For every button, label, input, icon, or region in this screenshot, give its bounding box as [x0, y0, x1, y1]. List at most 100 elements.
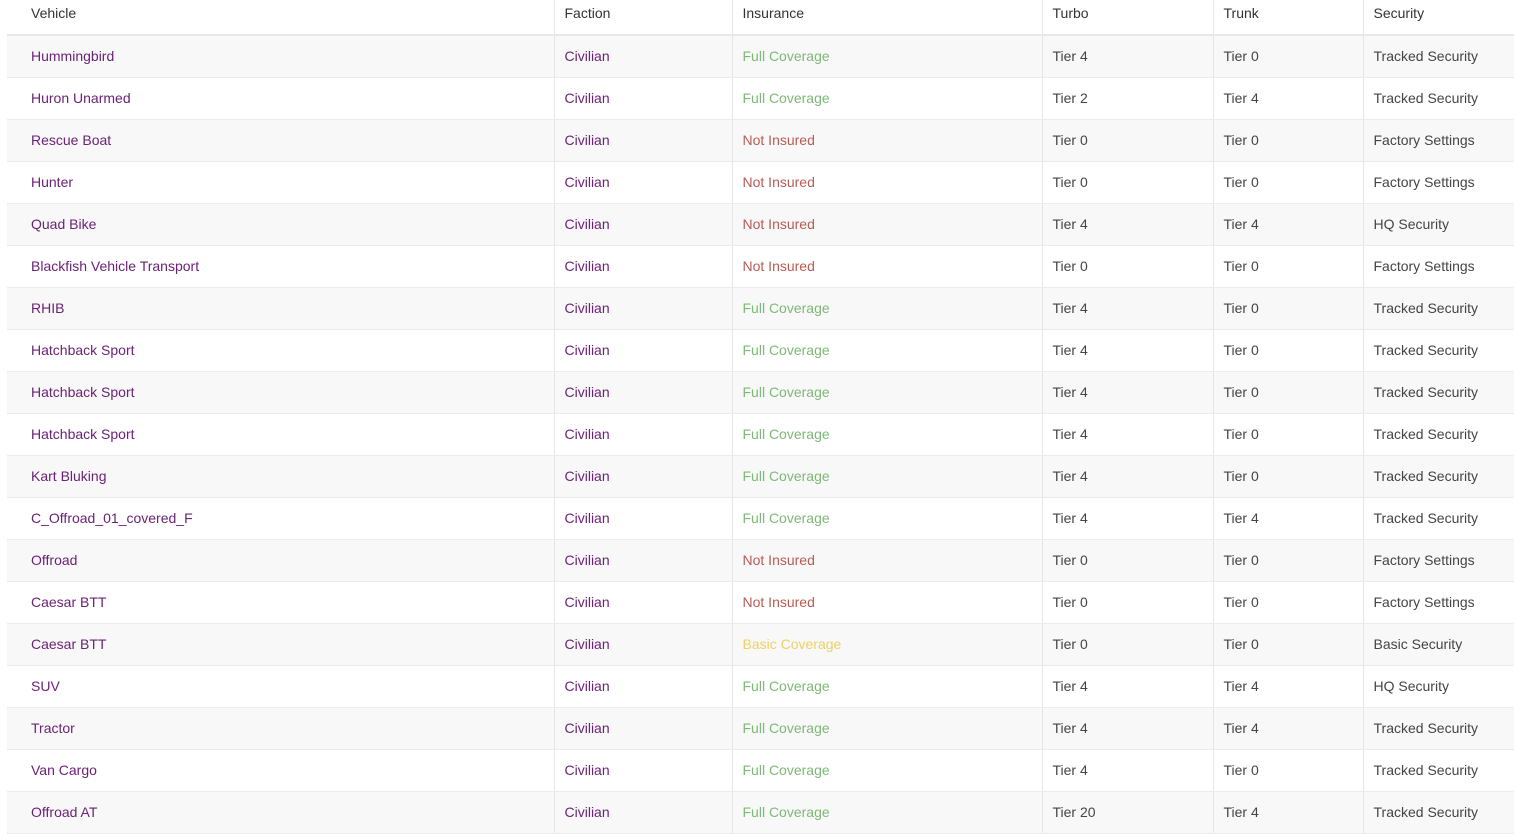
trunk-cell: Tier 0: [1212, 35, 1363, 78]
table-row[interactable]: Caesar BTT Civilian Basic Coverage Tier 0 Ti…: [7, 623, 1514, 666]
vehicle-cell[interactable]: C_Offroad_01_covered_F: [7, 497, 554, 540]
insurance-cell: Full Coverage: [731, 329, 1042, 372]
table-body: Hummingbird Civilian Full Coverage Tier 4 Ti…: [7, 35, 1514, 834]
turbo-cell: Tier 20: [1041, 791, 1213, 834]
security-cell: Factory Settings: [1362, 539, 1514, 582]
table-row[interactable]: Caesar BTT Civilian Not Insured Tier 0 Tier …: [7, 581, 1514, 624]
insurance-cell: Full Coverage: [731, 791, 1042, 834]
faction-cell: Civilian: [553, 497, 732, 540]
vehicle-cell[interactable]: Blackfish Vehicle Transport: [7, 245, 554, 288]
turbo-cell: Tier 4: [1041, 497, 1213, 540]
insurance-cell: Full Coverage: [731, 287, 1042, 330]
column-header-security[interactable]: Security: [1362, 0, 1514, 36]
table-row[interactable]: Rescue Boat Civilian Not Insured Tier 0 Tier…: [7, 119, 1514, 162]
turbo-cell: Tier 0: [1041, 539, 1213, 582]
vehicle-cell[interactable]: Van Cargo: [7, 749, 554, 792]
turbo-cell: Tier 4: [1041, 371, 1213, 414]
security-cell: Tracked Security: [1362, 497, 1514, 540]
table-row[interactable]: C_Offroad_01_covered_F Civilian Full Cover…: [7, 497, 1514, 540]
security-cell: Tracked Security: [1362, 413, 1514, 456]
table-row[interactable]: Kart Bluking Civilian Full Coverage Tier 4T…: [7, 455, 1514, 498]
vehicle-cell[interactable]: Caesar BTT: [7, 581, 554, 624]
vehicle-cell[interactable]: Huron Unarmed: [7, 77, 554, 120]
turbo-cell: Tier 4: [1041, 455, 1213, 498]
faction-cell: Civilian: [553, 119, 732, 162]
faction-cell: Civilian: [553, 329, 732, 372]
table-row[interactable]: Offroad AT Civilian Full Coverage Tier 20 Ti…: [7, 791, 1514, 834]
turbo-cell: Tier 4: [1041, 749, 1213, 792]
column-header-faction[interactable]: Faction: [553, 0, 732, 36]
table-row[interactable]: RHIB Civilian Full Coverage Tier 4 Tier 0 Tra…: [7, 287, 1514, 330]
trunk-cell: Tier 0: [1212, 245, 1363, 288]
insurance-cell: Not Insured: [731, 119, 1042, 162]
table-header-row: Vehicle Faction Insurance Turbo Trunk Se…: [7, 0, 1514, 36]
turbo-cell: Tier 4: [1041, 329, 1213, 372]
insurance-cell: Full Coverage: [731, 371, 1042, 414]
turbo-cell: Tier 4: [1041, 413, 1213, 456]
table-row[interactable]: Offroad Civilian Not Insured Tier 0 Tier 0 Fa…: [7, 539, 1514, 582]
trunk-cell: Tier 0: [1212, 413, 1363, 456]
vehicle-cell[interactable]: Offroad AT: [7, 791, 554, 834]
faction-cell: Civilian: [553, 161, 732, 204]
table-row[interactable]: Van Cargo Civilian Full Coverage Tier 4 Tier…: [7, 749, 1514, 792]
table-row[interactable]: Hatchback Sport Civilian Full Coverage Tier…: [7, 329, 1514, 372]
column-header-trunk[interactable]: Trunk: [1212, 0, 1363, 36]
insurance-cell: Not Insured: [731, 581, 1042, 624]
vehicles-table: Vehicle Faction Insurance Turbo Trunk Se…: [7, 0, 1514, 834]
table-row[interactable]: Hatchback Sport Civilian Full Coverage Tier…: [7, 371, 1514, 414]
faction-cell: Civilian: [553, 35, 732, 78]
table-row[interactable]: Hunter Civilian Not Insured Tier 0 Tier 0 Fac…: [7, 161, 1514, 204]
trunk-cell: Tier 0: [1212, 161, 1363, 204]
faction-cell: Civilian: [553, 707, 732, 750]
trunk-cell: Tier 0: [1212, 455, 1363, 498]
faction-cell: Civilian: [553, 245, 732, 288]
faction-cell: Civilian: [553, 791, 732, 834]
faction-cell: Civilian: [553, 203, 732, 246]
vehicle-cell[interactable]: Quad Bike: [7, 203, 554, 246]
vehicle-cell[interactable]: Hatchback Sport: [7, 329, 554, 372]
security-cell: Factory Settings: [1362, 119, 1514, 162]
trunk-cell: Tier 4: [1212, 791, 1363, 834]
vehicle-cell[interactable]: SUV: [7, 665, 554, 708]
vehicle-cell[interactable]: Offroad: [7, 539, 554, 582]
column-header-turbo[interactable]: Turbo: [1041, 0, 1213, 36]
security-cell: Tracked Security: [1362, 35, 1514, 78]
trunk-cell: Tier 4: [1212, 665, 1363, 708]
table-row[interactable]: Blackfish Vehicle Transport Civilian Not I…: [7, 245, 1514, 288]
security-cell: Tracked Security: [1362, 329, 1514, 372]
insurance-cell: Full Coverage: [731, 497, 1042, 540]
vehicle-cell[interactable]: Hatchback Sport: [7, 371, 554, 414]
vehicle-cell[interactable]: Tractor: [7, 707, 554, 750]
insurance-cell: Full Coverage: [731, 413, 1042, 456]
insurance-cell: Full Coverage: [731, 665, 1042, 708]
vehicle-cell[interactable]: Kart Bluking: [7, 455, 554, 498]
vehicles-table-container: Vehicle Faction Insurance Turbo Trunk Se…: [7, 0, 1514, 834]
insurance-cell: Full Coverage: [731, 707, 1042, 750]
insurance-cell: Not Insured: [731, 161, 1042, 204]
vehicle-cell[interactable]: RHIB: [7, 287, 554, 330]
vehicle-cell[interactable]: Hummingbird: [7, 35, 554, 78]
faction-cell: Civilian: [553, 581, 732, 624]
trunk-cell: Tier 4: [1212, 77, 1363, 120]
column-header-vehicle[interactable]: Vehicle: [7, 0, 554, 36]
vehicle-cell[interactable]: Rescue Boat: [7, 119, 554, 162]
security-cell: Tracked Security: [1362, 371, 1514, 414]
table-row[interactable]: Tractor Civilian Full Coverage Tier 4 Tier 4…: [7, 707, 1514, 750]
table-row[interactable]: Quad Bike Civilian Not Insured Tier 4 Tier 4…: [7, 203, 1514, 246]
faction-cell: Civilian: [553, 77, 732, 120]
vehicle-cell[interactable]: Hunter: [7, 161, 554, 204]
insurance-cell: Full Coverage: [731, 749, 1042, 792]
trunk-cell: Tier 0: [1212, 287, 1363, 330]
faction-cell: Civilian: [553, 413, 732, 456]
vehicle-cell[interactable]: Hatchback Sport: [7, 413, 554, 456]
vehicle-cell[interactable]: Caesar BTT: [7, 623, 554, 666]
column-header-insurance[interactable]: Insurance: [731, 0, 1042, 36]
table-row[interactable]: Hummingbird Civilian Full Coverage Tier 4 Ti…: [7, 35, 1514, 78]
table-row[interactable]: Hatchback Sport Civilian Full Coverage Tier…: [7, 413, 1514, 456]
security-cell: HQ Security: [1362, 665, 1514, 708]
turbo-cell: Tier 0: [1041, 119, 1213, 162]
table-row[interactable]: Huron Unarmed Civilian Full Coverage Tier 2…: [7, 77, 1514, 120]
table-row[interactable]: SUV Civilian Full Coverage Tier 4 Tier 4 HQ S…: [7, 665, 1514, 708]
faction-cell: Civilian: [553, 371, 732, 414]
trunk-cell: Tier 0: [1212, 749, 1363, 792]
